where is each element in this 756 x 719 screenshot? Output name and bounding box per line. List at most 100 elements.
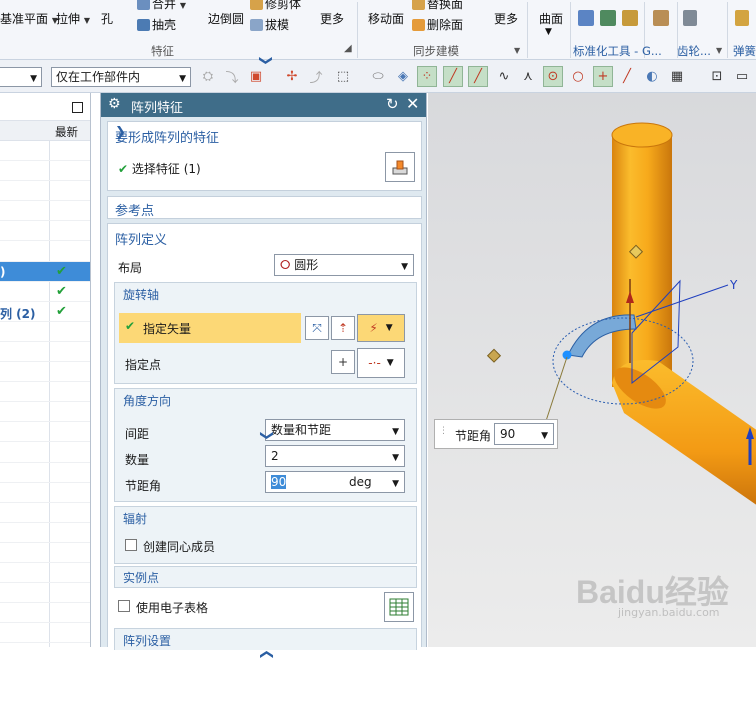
reverse-direction-button[interactable]: ⤧: [305, 316, 329, 340]
view-fit-icon[interactable]: ⊡: [707, 66, 727, 87]
table-row[interactable]: [0, 583, 90, 604]
hole-button[interactable]: 孔: [101, 10, 113, 27]
spacing-select[interactable]: 数量和节距 ▼: [265, 419, 405, 441]
move-face-button[interactable]: 移动面: [368, 10, 404, 27]
table-row[interactable]: [0, 181, 90, 202]
curve-point-icon[interactable]: ∿: [494, 66, 514, 87]
table-row[interactable]: [0, 382, 90, 403]
intersection-icon[interactable]: ⋏: [518, 66, 538, 87]
vector-dialog-icon: ⇡: [337, 321, 349, 335]
edge-blend-button[interactable]: 边倒圆: [208, 10, 244, 27]
table-row[interactable]: 列 (2) ✔: [0, 302, 90, 322]
count-input[interactable]: 2 ▼: [265, 445, 405, 467]
point-dialog-button[interactable]: +: [331, 350, 355, 374]
on-curve-icon[interactable]: ╱: [617, 66, 637, 87]
group-sync-dropdown-icon[interactable]: ▼: [514, 46, 520, 55]
spreadsheet-checkbox[interactable]: [118, 600, 130, 612]
check-icon: ✔: [56, 303, 67, 319]
select-feature-button[interactable]: [385, 152, 415, 182]
pitch-angle-onscreen-input: ⋮ 节距角 90 ▼: [434, 419, 558, 449]
group-feature-expand-icon[interactable]: ◢: [344, 43, 352, 54]
table-row[interactable]: [0, 141, 90, 162]
vector-dialog-button[interactable]: ⇡: [331, 316, 355, 340]
face-select-icon[interactable]: ◈: [393, 66, 413, 87]
delete-face-button[interactable]: 删除面: [412, 16, 463, 33]
table-row[interactable]: [0, 503, 90, 523]
group-gear-label: 齿轮...: [677, 44, 711, 58]
table-row[interactable]: [0, 221, 90, 242]
onscreen-pitch-input[interactable]: 90 ▼: [494, 423, 554, 445]
spring-tool-icon[interactable]: [683, 10, 699, 27]
table-row[interactable]: [0, 523, 90, 543]
close-icon[interactable]: ✕: [406, 94, 419, 113]
solid-select-icon[interactable]: ⬭: [368, 66, 388, 87]
reset-icon[interactable]: ↻: [386, 95, 399, 113]
table-row[interactable]: [0, 402, 90, 423]
snap-points-icon[interactable]: ⁘: [417, 66, 437, 87]
gear-tool-icon[interactable]: [653, 10, 671, 27]
select-feature-row[interactable]: ✔ 选择特征 (1): [118, 160, 201, 177]
table-row[interactable]: [0, 463, 90, 483]
more-sync-button[interactable]: 更多: [494, 10, 518, 27]
mid-point-icon[interactable]: ╱: [468, 66, 488, 87]
table-row[interactable]: [0, 322, 90, 342]
datum-plane-button[interactable]: 基准平面 ▼: [0, 10, 58, 27]
unite-button[interactable]: 合并 ▼: [137, 0, 186, 12]
table-row[interactable]: [0, 442, 90, 463]
pattern-settings-header[interactable]: 阵列设置: [115, 627, 416, 652]
table-row[interactable]: [0, 161, 90, 182]
vector-icon: ⚡: [369, 321, 378, 335]
replace-face-button[interactable]: 替换面: [412, 0, 463, 12]
group-gear-dropdown-icon[interactable]: ▼: [716, 46, 722, 55]
gear-icon[interactable]: ⚙: [108, 96, 121, 112]
trim-body-button[interactable]: 修剪体: [250, 0, 301, 12]
end-point-icon[interactable]: ╱: [443, 66, 463, 87]
pitch-angle-input[interactable]: 90 deg ▼: [265, 471, 405, 493]
shell-button[interactable]: 抽壳: [137, 16, 176, 33]
concentric-checkbox[interactable]: [125, 539, 137, 551]
maximize-icon[interactable]: [72, 102, 83, 113]
extrude-button[interactable]: 拉伸 ▼: [56, 10, 90, 27]
table-row[interactable]: [0, 362, 90, 383]
point-icon: -·-: [368, 356, 381, 370]
drag-handle-icon[interactable]: ⋮: [439, 426, 448, 436]
table-row[interactable]: [0, 241, 90, 262]
table-row[interactable]: [0, 342, 90, 363]
table-row[interactable]: ) ✔: [0, 261, 90, 282]
table-row[interactable]: [0, 422, 90, 443]
surface-dropdown-icon[interactable]: ▼: [545, 27, 552, 37]
dialog-title: 阵列特征: [131, 101, 184, 116]
extra-tool-icon[interactable]: [735, 10, 751, 27]
point-type-dropdown[interactable]: -·- ▼: [357, 348, 405, 378]
scope-filter-combo[interactable]: 仅在工作部件内 ▼: [51, 67, 191, 87]
table-row[interactable]: [0, 603, 90, 624]
snap-icon-3[interactable]: ⤴: [306, 66, 326, 87]
vector-type-dropdown[interactable]: ⚡ ▼: [357, 314, 405, 342]
std-tool-icons[interactable]: [578, 10, 640, 27]
quadrant-icon[interactable]: ○: [568, 66, 588, 87]
table-row[interactable]: [0, 623, 90, 644]
surface-button[interactable]: 曲面: [539, 10, 563, 27]
table-row[interactable]: [0, 543, 90, 563]
check-icon: ✔: [56, 283, 67, 299]
point-snap-icon[interactable]: ✢: [282, 66, 302, 87]
table-row[interactable]: ✔: [0, 282, 90, 302]
on-face-icon[interactable]: ◐: [642, 66, 662, 87]
arc-center-icon[interactable]: ⊙: [543, 66, 563, 87]
more-feature-button[interactable]: 更多: [320, 10, 344, 27]
table-row[interactable]: [0, 201, 90, 222]
grid-icon[interactable]: ▦: [667, 66, 687, 87]
existing-point-icon[interactable]: +: [593, 66, 613, 87]
instance-points-header[interactable]: 实例点 ❯: [115, 430, 416, 589]
type-filter-combo[interactable]: ▼: [0, 67, 42, 87]
draft-button[interactable]: 拔模: [250, 16, 289, 33]
rect-select-icon[interactable]: ⬚: [333, 66, 353, 87]
layout-select[interactable]: ⭘ 圆形 ▼: [274, 254, 414, 276]
snap-icon-2[interactable]: ⤵: [222, 66, 242, 87]
table-row[interactable]: [0, 563, 90, 584]
view-icon[interactable]: ▭: [732, 66, 752, 87]
snap-icon-1[interactable]: ⛭: [198, 66, 218, 87]
spreadsheet-button[interactable]: [384, 592, 414, 622]
graphics-viewport[interactable]: Y: [428, 93, 756, 647]
table-row[interactable]: [0, 483, 90, 503]
